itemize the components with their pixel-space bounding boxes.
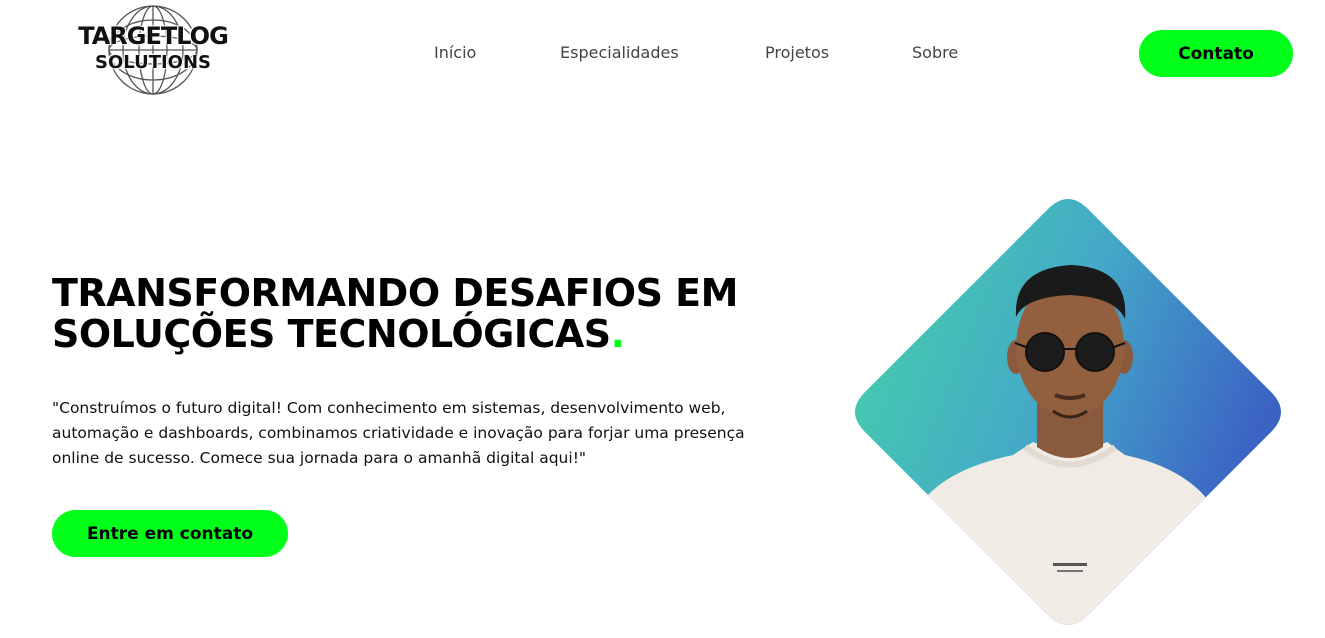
hero-title: TRANSFORMANDO DESAFIOS EM SOLUÇÕES TECNO… [52, 273, 792, 355]
main-nav: Início Especialidades Projetos Sobre [0, 43, 1325, 65]
hero-description: "Construímos o futuro digital! Com conhe… [52, 399, 745, 467]
get-in-touch-button[interactable]: Entre em contato [52, 510, 288, 557]
nav-link-sobre[interactable]: Sobre [912, 43, 958, 62]
contact-button[interactable]: Contato [1139, 30, 1293, 77]
hero-title-dot: . [610, 312, 625, 356]
nav-link-inicio[interactable]: Início [434, 43, 476, 62]
profile-photo-diamond [853, 197, 1283, 627]
nav-link-especialidades[interactable]: Especialidades [560, 43, 679, 62]
page: TARGETLOG SOLUTIONS Início Especialidade… [0, 0, 1325, 638]
profile-photo [855, 199, 1281, 625]
hero-title-text: TRANSFORMANDO DESAFIOS EM SOLUÇÕES TECNO… [52, 271, 738, 356]
nav-link-projetos[interactable]: Projetos [765, 43, 829, 62]
